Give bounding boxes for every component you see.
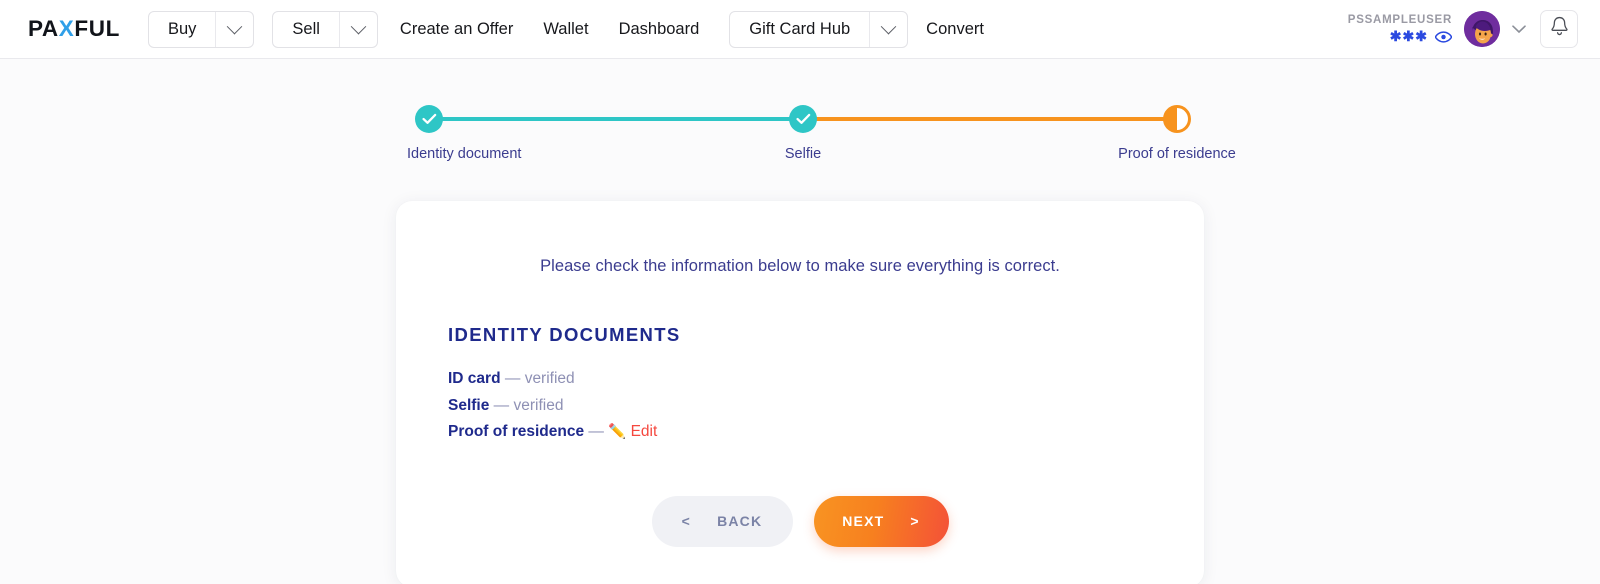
check-icon [421,113,436,124]
pencil-icon: ✏️ [608,424,627,440]
stepper-node-identity-document[interactable] [415,105,443,133]
logo-x-mark: X [58,16,75,41]
navbar-right-cluster: PSSAMPLEUSER ✱✱✱ [1348,10,1578,48]
next-button-label: Next [842,513,885,529]
paxful-logo[interactable]: PA X FUL [28,16,120,42]
sell-chevron-down-icon[interactable] [338,11,377,47]
section-title-identity-documents: Identity Documents [448,324,681,345]
nav-link-create-an-offer[interactable]: Create an Offer [400,20,513,39]
check-icon [795,113,810,124]
stepper-label-selfie: Selfie [784,146,822,162]
card-actions: < Back Next > [448,495,1152,547]
document-name: Selfie [448,396,490,414]
identity-documents-list: ID card — verified Selfie — verified Pro… [448,368,1152,444]
gift-card-hub-chevron-down-icon[interactable] [869,11,907,47]
stepper-node-proof-of-residence[interactable] [1163,105,1191,133]
buy-chevron-down-icon[interactable] [215,11,253,47]
notifications-button[interactable] [1540,10,1578,48]
avatar[interactable] [1464,11,1500,47]
logo-text-post: FUL [74,16,120,41]
next-button[interactable]: Next > [813,495,949,547]
list-item: ID card — verified [448,368,1152,391]
document-status: verified [513,396,564,414]
balance-masked-value: ✱✱✱ [1389,27,1428,44]
edit-proof-of-residence-link[interactable]: ✏️ Edit [608,423,657,440]
nav-link-convert[interactable]: Convert [926,20,984,39]
document-name: ID card [448,370,501,387]
verification-card: Please check the information below to ma… [396,201,1204,584]
document-status: verified [524,370,575,387]
back-arrow-icon: < [681,513,692,529]
top-navbar: PA X FUL Buy Sell Create an Offer Wallet D… [0,0,1600,59]
nav-link-dashboard[interactable]: Dashboard [619,20,700,39]
back-button-label: Back [717,513,763,529]
stepper-label-identity-document: Identity document [407,146,522,162]
sell-button-label[interactable]: Sell [273,12,339,47]
gift-card-hub-label[interactable]: Gift Card Hub [730,12,869,47]
buy-button-label[interactable]: Buy [149,12,215,47]
stepper-labels: Identity document Selfie Proof of reside… [407,146,1236,168]
logo-text-pre: PA [28,16,59,41]
list-item: Selfie — verified [448,395,1152,418]
document-separator: — [493,396,510,414]
edit-link-label: Edit [630,423,658,440]
document-name: Proof of residence [448,423,585,440]
verification-stepper: Identity document Selfie Proof of reside… [407,59,1236,168]
stepper-track [407,105,1193,133]
sell-dropdown[interactable]: Sell [272,10,378,48]
buy-dropdown[interactable]: Buy [147,10,255,48]
balance-row: ✱✱✱ [1390,28,1452,46]
username-label: PSSAMPLEUSER [1347,13,1452,26]
instruction-text: Please check the information below to ma… [540,257,1060,275]
user-summary: PSSAMPLEUSER ✱✱✱ [1348,13,1452,46]
back-button[interactable]: < Back [651,495,793,547]
stepper-label-proof-of-residence: Proof of residence [1118,146,1236,162]
stepper-segment-2 [803,117,1178,121]
document-separator: — [588,423,604,440]
account-chevron-down-icon[interactable] [1512,24,1526,34]
eye-icon[interactable] [1435,31,1452,43]
stepper-node-selfie[interactable] [789,105,817,133]
list-item: Proof of residence — ✏️ Edit [448,421,1152,444]
bell-icon [1550,16,1569,42]
next-arrow-icon: > [910,513,920,529]
document-separator: — [504,370,521,387]
gift-card-hub-dropdown[interactable]: Gift Card Hub [729,10,909,48]
stepper-segment-1 [429,117,803,121]
nav-link-wallet[interactable]: Wallet [543,20,588,39]
